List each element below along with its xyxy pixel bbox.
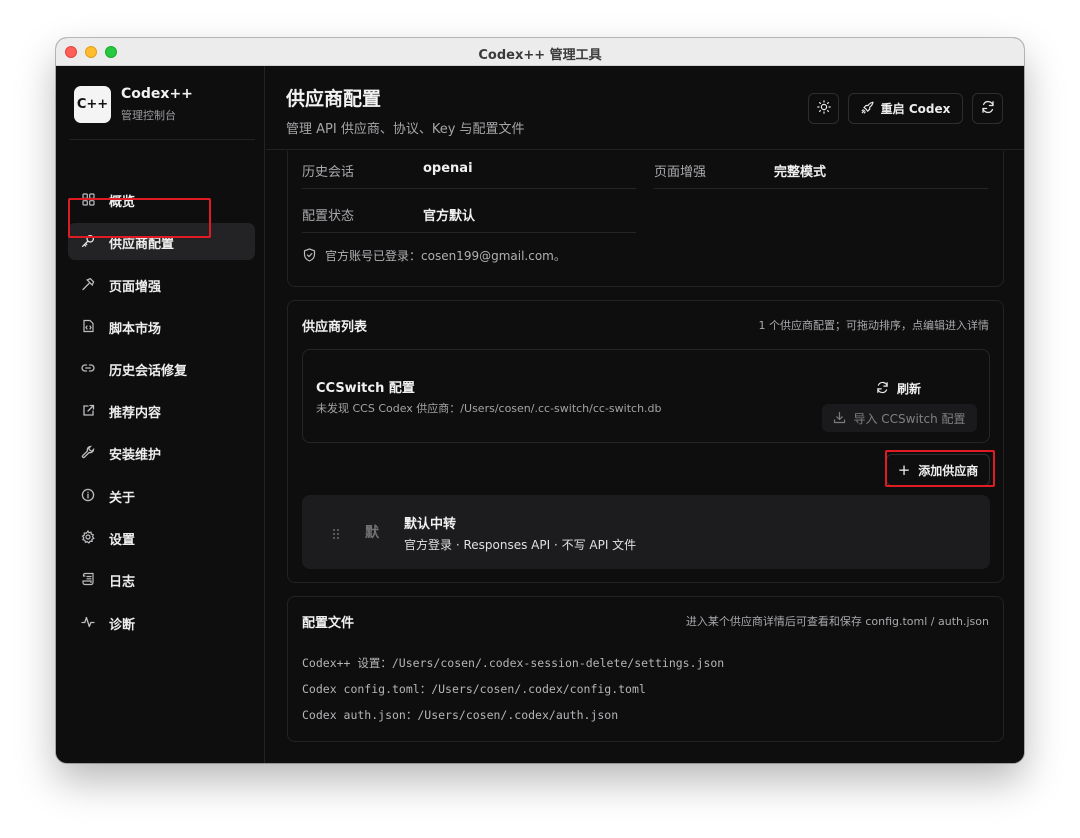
page-subtitle: 管理 API 供应商、协议、Key 与配置文件	[286, 122, 525, 137]
row-divider	[302, 232, 636, 233]
ccswitch-refresh-button[interactable]: 刷新	[876, 379, 921, 397]
sidebar-item-label: 诊断	[109, 618, 136, 633]
config-status-value: 官方默认	[423, 209, 476, 224]
provider-meta: 官方登录 · Responses API · 不写 API 文件	[404, 538, 637, 552]
history-value: openai	[423, 161, 473, 176]
sidebar-item-about[interactable]: 关于	[68, 477, 255, 514]
provider-name: 默认中转	[404, 517, 457, 532]
sidebar-item-recommended[interactable]: 推荐内容	[68, 392, 255, 429]
account-status-text: 官方账号已登录：cosen199@gmail.com。	[325, 249, 566, 263]
drag-handle-icon[interactable]	[332, 525, 340, 544]
window-title: Codex++ 管理工具	[478, 48, 602, 63]
content-scroll-area[interactable]: 历史会话 openai 页面增强 完整模式 配置状态 官方默认 官方账号已登录：…	[266, 151, 1024, 763]
provider-item[interactable]: 默 默认中转 官方登录 · Responses API · 不写 API 文件	[302, 495, 990, 569]
brand-name: Codex++	[121, 86, 193, 102]
config-path-toml: Codex config.toml：/Users/cosen/.codex/co…	[302, 682, 646, 696]
provider-badge: 默	[365, 525, 379, 541]
ccswitch-refresh-label: 刷新	[897, 381, 922, 396]
info-icon	[81, 488, 95, 502]
sidebar-item-settings[interactable]: 设置	[68, 519, 255, 556]
sidebar-item-page-enhance[interactable]: 页面增强	[68, 266, 255, 303]
provider-list-card: 供应商列表 1 个供应商配置；可拖动排序，点编辑进入详情 CCSwitch 配置…	[287, 300, 1004, 583]
sidebar-divider	[70, 139, 255, 140]
wrench-icon	[81, 445, 95, 459]
ccswitch-desc: 未发现 CCS Codex 供应商：/Users/cosen/.cc-switc…	[316, 402, 662, 415]
theme-toggle-button[interactable]	[808, 93, 839, 124]
restart-codex-button[interactable]: 重启 Codex	[848, 93, 963, 124]
plus-icon: +	[897, 461, 911, 479]
sidebar: C++ Codex++ 管理控制台 概览 供应商配置 页面增强 脚本市场 历史会…	[56, 66, 265, 763]
import-ccswitch-label: 导入 CCSwitch 配置	[853, 411, 966, 426]
provider-list-note: 1 个供应商配置；可拖动排序，点编辑进入详情	[758, 319, 990, 332]
main-panel: 供应商配置 管理 API 供应商、协议、Key 与配置文件 重启 Codex 历…	[266, 66, 1024, 763]
enhance-value: 完整模式	[774, 165, 827, 180]
download-icon	[833, 409, 846, 428]
config-path-auth: Codex auth.json：/Users/cosen/.codex/auth…	[302, 708, 619, 722]
refresh-icon	[876, 379, 889, 398]
restart-codex-label: 重启 Codex	[880, 102, 951, 116]
script-icon	[81, 319, 95, 333]
page-header: 供应商配置 管理 API 供应商、协议、Key 与配置文件 重启 Codex	[266, 66, 1024, 150]
sidebar-item-label: 日志	[109, 575, 136, 590]
import-ccswitch-button[interactable]: 导入 CCSwitch 配置	[822, 404, 977, 432]
config-status-label: 配置状态	[302, 209, 355, 224]
sidebar-item-label: 关于	[109, 491, 136, 506]
sidebar-item-label: 概览	[109, 195, 136, 210]
sidebar-item-label: 历史会话修复	[109, 364, 188, 379]
row-divider	[302, 188, 636, 189]
sidebar-item-label: 供应商配置	[109, 237, 175, 252]
scroll-icon	[81, 572, 95, 586]
sidebar-item-provider-config[interactable]: 供应商配置	[68, 223, 255, 260]
sidebar-item-overview[interactable]: 概览	[68, 181, 255, 218]
sidebar-item-diagnostics[interactable]: 诊断	[68, 604, 255, 641]
sidebar-item-label: 脚本市场	[109, 322, 162, 337]
sidebar-item-install[interactable]: 安装维护	[68, 434, 255, 471]
external-link-icon	[81, 403, 95, 417]
enhance-label: 页面增强	[654, 165, 707, 180]
ccswitch-title: CCSwitch 配置	[316, 381, 415, 396]
sidebar-item-label: 安装维护	[109, 448, 162, 463]
page-title: 供应商配置	[286, 88, 382, 110]
config-files-title: 配置文件	[302, 616, 355, 631]
title-bar: Codex++ 管理工具	[56, 38, 1024, 66]
key-icon	[81, 234, 95, 248]
sun-icon	[816, 99, 831, 118]
app-window: Codex++ 管理工具 C++ Codex++ 管理控制台 概览 供应商配置 …	[56, 38, 1024, 763]
gear-icon	[81, 530, 95, 544]
sidebar-item-logs[interactable]: 日志	[68, 561, 255, 598]
rocket-icon	[861, 99, 874, 118]
sidebar-item-label: 设置	[109, 533, 136, 548]
history-label: 历史会话	[302, 165, 355, 180]
activity-icon	[81, 615, 95, 629]
shield-check-icon	[303, 247, 316, 266]
sidebar-item-script-market[interactable]: 脚本市场	[68, 308, 255, 345]
brand-logo: C++	[74, 86, 111, 123]
sidebar-item-label: 页面增强	[109, 280, 162, 295]
status-card: 历史会话 openai 页面增强 完整模式 配置状态 官方默认 官方账号已登录：…	[287, 151, 1004, 287]
row-divider	[654, 188, 988, 189]
sidebar-item-history-repair[interactable]: 历史会话修复	[68, 350, 255, 387]
link-icon	[81, 361, 95, 375]
grid-icon	[81, 192, 95, 206]
reload-button[interactable]	[972, 93, 1003, 124]
config-path-settings: Codex++ 设置：/Users/cosen/.codex-session-d…	[302, 656, 725, 670]
config-files-note: 进入某个供应商详情后可查看和保存 config.toml / auth.json	[685, 615, 989, 628]
add-provider-label: 添加供应商	[918, 463, 979, 478]
brand-subtitle: 管理控制台	[121, 109, 176, 122]
config-files-card: 配置文件 进入某个供应商详情后可查看和保存 config.toml / auth…	[287, 596, 1004, 742]
sidebar-item-label: 推荐内容	[109, 406, 162, 421]
add-provider-button[interactable]: + 添加供应商	[886, 454, 990, 486]
provider-list-title: 供应商列表	[302, 320, 368, 335]
hammer-icon	[81, 277, 95, 291]
ccswitch-panel: CCSwitch 配置 未发现 CCS Codex 供应商：/Users/cos…	[302, 349, 990, 443]
refresh-icon	[981, 99, 995, 118]
